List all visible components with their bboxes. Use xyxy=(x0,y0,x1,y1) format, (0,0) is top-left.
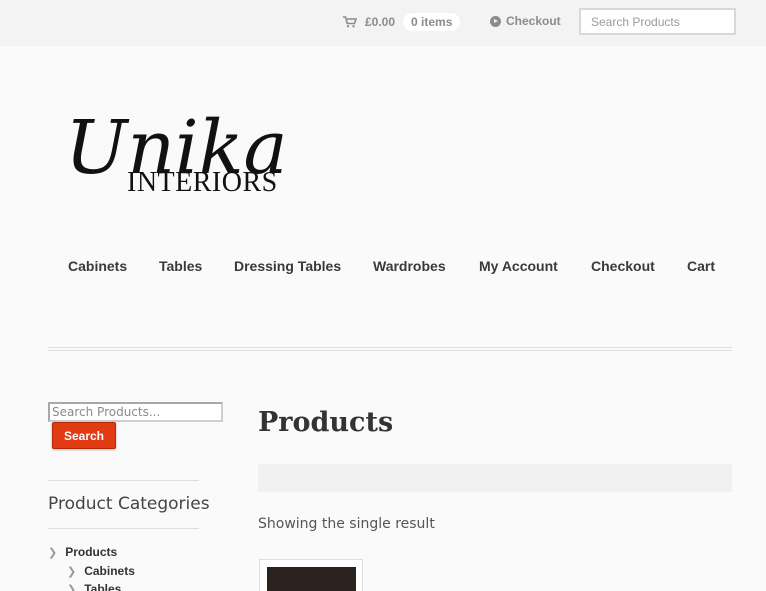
page-title: Products xyxy=(258,407,394,438)
category-label: Cabinets xyxy=(84,564,135,578)
category-label: Tables xyxy=(84,582,122,591)
sidebar-search-button[interactable]: Search xyxy=(52,422,116,449)
arrow-circle-icon xyxy=(490,15,501,27)
site-logo[interactable]: Unika INTERIORS xyxy=(65,95,285,200)
nav-checkout[interactable]: Checkout xyxy=(591,258,655,274)
checkout-label: Checkout xyxy=(506,14,561,28)
nav-dressing-tables[interactable]: Dressing Tables xyxy=(234,258,341,274)
nav-tables[interactable]: Tables xyxy=(159,258,202,274)
sidebar-rule-bottom xyxy=(48,528,199,529)
sidebar-rule-top xyxy=(48,480,199,481)
category-item-products[interactable]: ❯ Products xyxy=(48,545,117,559)
svg-text:INTERIORS: INTERIORS xyxy=(127,167,278,198)
result-count: Showing the single result xyxy=(258,516,435,532)
product-card[interactable] xyxy=(259,559,363,591)
category-item-cabinets[interactable]: ❯ Cabinets xyxy=(67,564,135,578)
top-search-input[interactable] xyxy=(579,8,736,35)
chevron-right-icon: ❯ xyxy=(67,583,77,591)
top-bar: £0.00 0 items Checkout xyxy=(0,0,766,46)
nav-cabinets[interactable]: Cabinets xyxy=(68,258,127,274)
header-divider xyxy=(48,347,732,351)
product-categories-title: Product Categories xyxy=(48,494,210,514)
nav-wardrobes[interactable]: Wardrobes xyxy=(373,258,446,274)
chevron-right-icon: ❯ xyxy=(48,546,58,559)
checkout-link-top[interactable]: Checkout xyxy=(490,14,561,28)
product-image[interactable] xyxy=(267,567,356,591)
chevron-right-icon: ❯ xyxy=(67,565,77,578)
cart-items-badge: 0 items xyxy=(403,13,461,31)
cart-total: £0.00 xyxy=(365,15,396,29)
cart-icon xyxy=(343,16,357,28)
sidebar-search-input[interactable] xyxy=(48,402,223,422)
nav-cart[interactable]: Cart xyxy=(687,258,715,274)
category-item-tables[interactable]: ❯ Tables xyxy=(67,582,121,591)
breadcrumb xyxy=(258,464,732,492)
category-label: Products xyxy=(65,545,118,559)
cart-link[interactable]: £0.00 0 items xyxy=(343,13,461,31)
nav-my-account[interactable]: My Account xyxy=(479,258,558,274)
